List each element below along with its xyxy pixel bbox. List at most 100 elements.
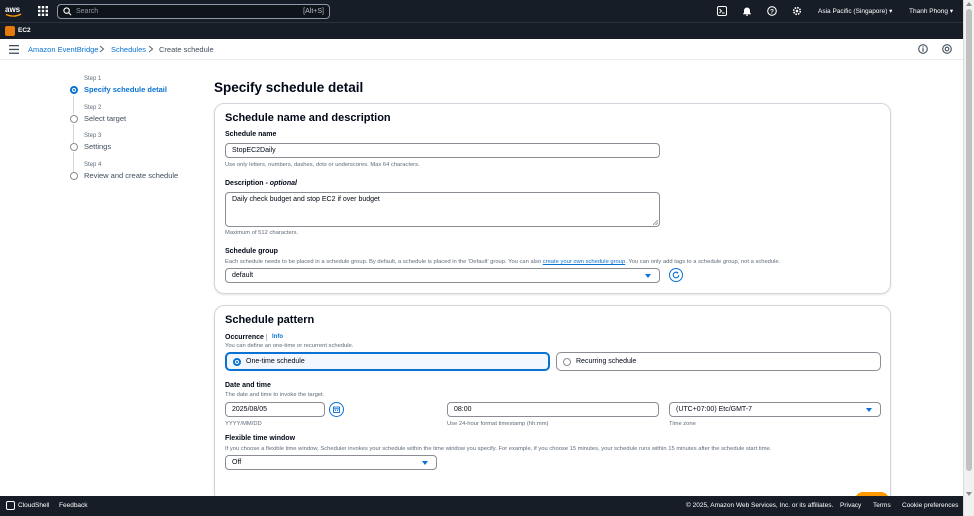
- info-panel-icon[interactable]: [918, 44, 928, 54]
- page-scrollbar[interactable]: [963, 0, 974, 516]
- scroll-up-arrow-icon[interactable]: [966, 1, 972, 7]
- description-textarea[interactable]: Daily check budget and stop EC2 if over …: [225, 192, 660, 227]
- timezone-hint: Time zone: [669, 421, 696, 427]
- schedule-name-label: Schedule name: [225, 131, 277, 138]
- caret-down-icon: [422, 461, 428, 465]
- caret-down-icon: [645, 274, 651, 278]
- one-time-schedule-option[interactable]: One-time schedule: [225, 352, 550, 371]
- cloudshell-icon[interactable]: [717, 6, 727, 16]
- flexible-window-hint: If you choose a flexible time window, Sc…: [225, 446, 772, 452]
- recurring-schedule-label: Recurring schedule: [576, 358, 637, 365]
- step-3-indicator: [70, 143, 78, 151]
- schedule-group-label: Schedule group: [225, 248, 278, 255]
- service-favorites-bar: EC2: [0, 22, 963, 39]
- breadcrumb-bar: Amazon EventBridge Schedules Create sche…: [0, 39, 963, 60]
- schedule-group-value: default: [232, 272, 254, 279]
- step-2-label: Select target: [84, 114, 127, 123]
- copyright-text: © 2025, Amazon Web Services, Inc. or its…: [686, 502, 834, 509]
- region-label: Asia Pacific (Singapore): [818, 8, 888, 15]
- schedule-pattern-panel: Schedule pattern Occurrence Info You can…: [214, 305, 891, 503]
- region-selector[interactable]: Asia Pacific (Singapore) ▾: [818, 7, 892, 15]
- step-1-label[interactable]: Specify schedule detail: [84, 85, 167, 94]
- flexible-window-label: Flexible time window: [225, 435, 296, 442]
- date-time-hint: The date and time to invoke the target.: [225, 392, 325, 398]
- privacy-link[interactable]: Privacy: [840, 502, 861, 509]
- menu-hamburger-icon[interactable]: [9, 45, 19, 54]
- step-2-number: Step 2: [84, 105, 102, 111]
- step-connector: [73, 96, 74, 114]
- top-navigation: aws Search [Alt+S] ? Asia Pacific (Singa…: [0, 0, 963, 22]
- breadcrumb-eventbridge[interactable]: Amazon EventBridge: [28, 45, 98, 54]
- step-1-number: Step 1: [84, 76, 102, 82]
- timezone-select[interactable]: (UTC+07:00) Etc/GMT-7: [669, 402, 881, 417]
- settings-gear-icon[interactable]: [792, 6, 802, 16]
- breadcrumb-current: Create schedule: [159, 45, 214, 54]
- occurrence-label: Occurrence: [225, 334, 264, 341]
- step-4-indicator: [70, 172, 78, 180]
- time-format-hint: Use 24-hour format timestamp (hh:mm): [447, 421, 549, 427]
- optional-tag: optional: [269, 180, 297, 187]
- date-value: 2025/08/05: [232, 406, 268, 413]
- step-3-label: Settings: [84, 142, 112, 151]
- schedule-group-hint: Each schedule needs to be placed in a sc…: [225, 259, 780, 265]
- notifications-bell-icon[interactable]: [742, 6, 752, 16]
- calendar-button[interactable]: [329, 402, 344, 417]
- cloudshell-link[interactable]: CloudShell: [18, 502, 49, 509]
- create-schedule-group-link[interactable]: create your own schedule group: [543, 259, 626, 265]
- group-hint-text-end: . You can only add tags to a schedule gr…: [625, 259, 781, 265]
- refresh-button[interactable]: [669, 268, 683, 282]
- refresh-icon: [672, 271, 680, 279]
- date-input[interactable]: 2025/08/05: [225, 402, 325, 417]
- help-icon[interactable]: ?: [767, 6, 777, 16]
- flexible-window-value: Off: [232, 459, 242, 466]
- timezone-value: (UTC+07:00) Etc/GMT-7: [676, 406, 753, 413]
- chevron-right-icon: [99, 45, 105, 53]
- resize-handle-icon[interactable]: [653, 220, 658, 225]
- account-menu[interactable]: Thanh Phong ▾: [909, 7, 953, 15]
- time-input[interactable]: 08:00: [447, 402, 659, 417]
- status-panel-icon[interactable]: [942, 44, 952, 54]
- svg-text:?: ?: [770, 8, 774, 15]
- group-hint-text: Each schedule needs to be placed in a sc…: [225, 259, 543, 265]
- global-search-input[interactable]: Search [Alt+S]: [57, 4, 330, 19]
- description-label-text: Description -: [225, 180, 270, 187]
- date-format-hint: YYYY/MM/DD: [225, 421, 262, 427]
- step-connector: [73, 152, 74, 172]
- schedule-name-input[interactable]: StopEC2Daily: [225, 143, 660, 158]
- panel-title: Schedule pattern: [225, 314, 315, 326]
- info-link[interactable]: Info: [272, 334, 283, 340]
- scroll-down-arrow-icon[interactable]: [966, 491, 972, 497]
- divider: [266, 334, 267, 341]
- cookie-preferences-link[interactable]: Cookie preferences: [902, 502, 958, 509]
- search-icon: [63, 7, 72, 16]
- step-connector: [73, 124, 74, 143]
- panel-title: Schedule name and description: [225, 112, 391, 124]
- cloudshell-footer-icon[interactable]: [6, 501, 15, 510]
- radio-selected-icon: [233, 357, 241, 366]
- step-4-label: Review and create schedule: [84, 171, 179, 180]
- step-3-number: Step 3: [84, 133, 102, 139]
- date-time-label: Date and time: [225, 382, 271, 389]
- chevron-right-icon: [148, 45, 154, 53]
- scrollbar-thumb[interactable]: [966, 9, 972, 471]
- search-shortcut: [Alt+S]: [303, 8, 324, 15]
- breadcrumb-schedules[interactable]: Schedules: [111, 45, 146, 54]
- console-footer: CloudShell Feedback © 2025, Amazon Web S…: [0, 496, 963, 516]
- recurring-schedule-option[interactable]: Recurring schedule: [556, 352, 881, 371]
- schedule-group-select[interactable]: default: [225, 268, 660, 283]
- time-value: 08:00: [454, 406, 472, 413]
- caret-down-icon: [866, 408, 872, 412]
- description-label: Description - optional: [225, 180, 297, 187]
- terms-link[interactable]: Terms: [873, 502, 891, 509]
- feedback-link[interactable]: Feedback: [59, 502, 88, 509]
- ec2-service-icon[interactable]: [5, 26, 15, 36]
- ec2-service-link[interactable]: EC2: [18, 27, 31, 34]
- one-time-schedule-label: One-time schedule: [246, 358, 305, 365]
- search-placeholder: Search: [76, 8, 99, 15]
- aws-logo-icon[interactable]: aws: [5, 4, 23, 18]
- flexible-window-select[interactable]: Off: [225, 455, 437, 470]
- occurrence-hint: You can define an one-time or recurrent …: [225, 343, 354, 349]
- services-grid-icon[interactable]: [38, 6, 48, 16]
- schedule-name-hint: Use only letters, numbers, dashes, dots …: [225, 162, 420, 168]
- user-name: Thanh Phong: [909, 8, 949, 15]
